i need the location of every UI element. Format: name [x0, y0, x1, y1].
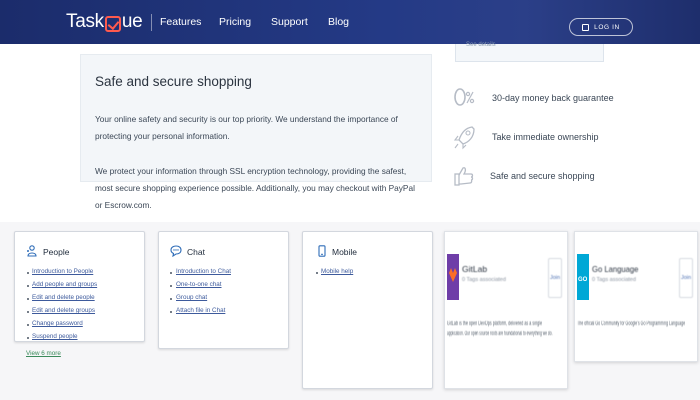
- chat-card-title: Chat: [187, 247, 205, 257]
- taskque-logo[interactable]: Task ue: [66, 10, 143, 34]
- gitlab-description: GitLab is the open DevOps platform, deli…: [447, 321, 543, 327]
- go-language-description: The official Go Community for Google's G…: [577, 321, 686, 327]
- gitlab-logo: [447, 254, 459, 300]
- mobile-card-title: Mobile: [332, 247, 358, 257]
- go-gopher-icon: GO: [578, 277, 588, 283]
- secure-paragraph-2-line-3: or Escrow.com.: [95, 200, 152, 210]
- gitlab-name: GitLab: [462, 264, 488, 274]
- bullet: [170, 298, 172, 300]
- link-introduction-to-people[interactable]: Introduction to People: [32, 268, 93, 275]
- view-more-link[interactable]: View 6 more: [26, 350, 61, 357]
- bullet: [27, 272, 29, 274]
- feature-secure-shopping: Safe and secure shopping: [490, 171, 595, 181]
- community-tile-gitlab[interactable]: [444, 231, 568, 389]
- link-one-to-one-chat[interactable]: One-to-one chat: [176, 281, 222, 288]
- go-language-logo: GO: [577, 254, 589, 300]
- link-group-chat[interactable]: Group chat: [176, 294, 207, 301]
- bullet: [27, 311, 29, 313]
- people-icon: [27, 245, 37, 257]
- see-details-box: See details: [455, 42, 604, 62]
- go-language-name: Go Language: [592, 264, 639, 274]
- nav-link-features[interactable]: Features: [160, 15, 201, 29]
- link-add-people-and-groups[interactable]: Add people and groups: [32, 281, 97, 288]
- top-navbar: Task ue Features Pricing Support Blog LO…: [0, 0, 700, 44]
- bullet: [170, 272, 172, 274]
- secure-shopping-title: Safe and secure shopping: [95, 74, 252, 89]
- gitlab-description-2: application. Our open source roots are f…: [447, 331, 553, 337]
- secure-paragraph-2-line-2: most secure shopping experience possible…: [95, 183, 415, 193]
- mobile-phone-icon: [318, 245, 326, 257]
- zero-percent-icon: [454, 88, 475, 106]
- link-change-password[interactable]: Change password: [32, 320, 83, 327]
- link-attach-file-in-chat[interactable]: Attach file in Chat: [176, 307, 225, 314]
- link-introduction-to-chat[interactable]: Introduction to Chat: [176, 268, 231, 275]
- bullet: [27, 285, 29, 287]
- bullet: [316, 272, 318, 274]
- thumbs-up-icon: [454, 167, 474, 186]
- svg-text:GO: GO: [578, 277, 588, 283]
- bullet: [27, 337, 29, 339]
- secure-paragraph-2-line-1: We protect your information through SSL …: [95, 166, 407, 176]
- logo-q-checkbox-icon: [104, 16, 121, 32]
- login-button[interactable]: LOG IN: [569, 18, 633, 36]
- feature-immediate-ownership: Take immediate ownership: [492, 132, 599, 142]
- logo-text-post: ue: [121, 11, 143, 32]
- login-label: LOG IN: [594, 23, 620, 31]
- secure-paragraph-1-line-2: protecting your personal information.: [95, 131, 230, 141]
- gitlab-tags-count: 0 Tags associated: [462, 277, 506, 283]
- login-icon: [582, 23, 590, 31]
- bullet: [170, 311, 172, 313]
- gitlab-join-button[interactable]: Join: [548, 258, 562, 298]
- go-language-tags-count: 0 Tags associated: [592, 277, 636, 283]
- go-language-join-label: Join: [680, 275, 692, 281]
- link-edit-and-delete-people[interactable]: Edit and delete people: [32, 294, 95, 301]
- gitlab-fox-icon: [449, 268, 457, 282]
- nav-link-blog[interactable]: Blog: [328, 15, 349, 29]
- bullet: [27, 298, 29, 300]
- logo-text-pre: Task: [66, 11, 104, 32]
- see-details-link[interactable]: See details: [466, 42, 496, 48]
- link-suspend-people[interactable]: Suspend people: [32, 333, 78, 340]
- bullet: [170, 285, 172, 287]
- chat-bubble-icon: [170, 245, 182, 257]
- nav-link-pricing[interactable]: Pricing: [219, 15, 251, 29]
- feature-money-back: 30-day money back guarantee: [492, 93, 614, 103]
- nav-link-support[interactable]: Support: [271, 15, 308, 29]
- secure-paragraph-1-line-1: Your online safety and security is our t…: [95, 114, 398, 124]
- link-edit-and-delete-groups[interactable]: Edit and delete groups: [32, 307, 95, 314]
- link-mobile-help[interactable]: Mobile help: [321, 268, 353, 275]
- people-card-title: People: [43, 247, 70, 257]
- gitlab-join-label: Join: [549, 275, 561, 281]
- bullet: [27, 324, 29, 326]
- rocket-icon: [453, 126, 475, 150]
- nav-divider: [151, 14, 152, 31]
- go-language-join-button[interactable]: Join: [679, 258, 693, 298]
